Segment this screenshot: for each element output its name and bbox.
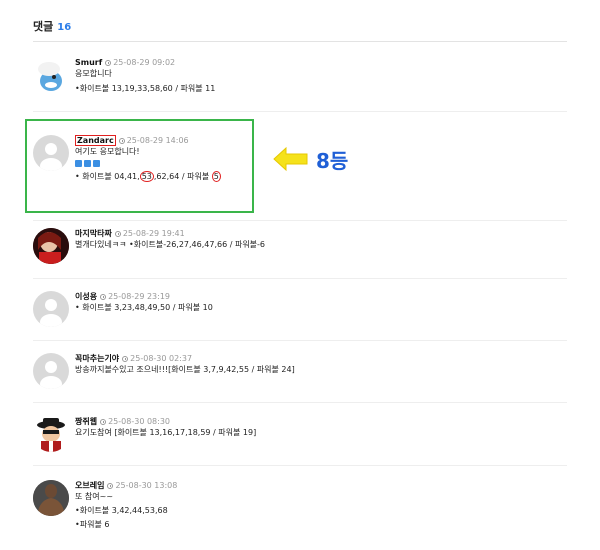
avatar[interactable] xyxy=(33,353,69,389)
left-arrow-icon xyxy=(273,146,308,172)
comment-author[interactable]: 마지막타짜 xyxy=(75,229,112,238)
comment-time: 25-08-29 23:19 xyxy=(108,292,171,301)
comment-text: 요기도참여 [화이트볼 13,16,17,18,59 / 파워볼 19] xyxy=(75,428,257,437)
comment-time: 25-08-29 19:41 xyxy=(122,229,185,238)
clock-icon xyxy=(122,356,129,362)
avatar[interactable] xyxy=(33,416,69,452)
circled-number: 5 xyxy=(211,171,221,182)
clock-icon xyxy=(105,60,112,66)
down-arrow-icon xyxy=(93,160,100,167)
comments-header: 댓글 16 xyxy=(33,18,71,34)
comment-text: 방송까지볼수있고 조으네!!![화이트볼 3,7,9,42,55 / 파워볼 2… xyxy=(75,365,295,374)
comment-divider xyxy=(33,278,567,279)
comment-divider xyxy=(33,402,567,403)
comment-text: 또 참여~~ xyxy=(75,492,114,501)
comment-author[interactable]: Zandarc xyxy=(75,135,116,146)
comment-author[interactable]: 꼭마추는기야 xyxy=(75,354,119,363)
avatar[interactable] xyxy=(33,57,69,93)
comment-time: 25-08-29 14:06 xyxy=(126,136,189,145)
comment-divider xyxy=(33,220,567,221)
comment-text: 응모합니다 xyxy=(75,69,112,78)
comment-item: 꼭마추는기야 25-08-30 02:37 방송까지볼수있고 조으네!!![화이트… xyxy=(33,353,567,393)
comment-time: 25-08-30 13:08 xyxy=(115,481,178,490)
comment-text: •파워볼 6 xyxy=(75,520,110,529)
comments-count: 16 xyxy=(57,22,72,33)
avatar[interactable] xyxy=(33,228,69,264)
comment-time: 25-08-30 02:37 xyxy=(130,354,193,363)
comment-item: 이성용 25-08-29 23:19 • 화이트볼 3,23,48,49,50 /… xyxy=(33,291,567,331)
clock-icon xyxy=(118,138,125,144)
comment-divider xyxy=(33,465,567,466)
clock-icon xyxy=(100,294,107,300)
comment-time: 25-08-30 08:30 xyxy=(108,417,171,426)
avatar[interactable] xyxy=(33,291,69,327)
down-arrow-icon xyxy=(75,160,82,167)
pick-prefix: • 화이트볼 04,41, xyxy=(75,172,140,181)
avatar[interactable] xyxy=(33,135,69,171)
rank-label: 8등 xyxy=(316,149,349,173)
comments-title: 댓글 xyxy=(33,20,54,33)
comment-author[interactable]: Smurf xyxy=(75,58,102,67)
comment-item: Smurf 25-08-29 09:02 응모합니다 •화이트볼 13,19,33… xyxy=(33,57,567,97)
comment-text: •화이트볼 13,19,33,58,60 / 파워볼 11 xyxy=(75,84,216,93)
comment-time: 25-08-29 09:02 xyxy=(113,58,176,67)
down-arrow-icon xyxy=(84,160,91,167)
clock-icon xyxy=(100,419,107,425)
clock-icon xyxy=(114,231,121,237)
comment-divider xyxy=(33,111,567,112)
comment-author[interactable]: 짱쥐웹 xyxy=(75,417,97,426)
comment-divider xyxy=(33,340,567,341)
comment-text: 별개다있네ㅋㅋ •화이트볼-26,27,46,47,66 / 파워볼-6 xyxy=(75,240,266,249)
comment-author[interactable]: 오브레임 xyxy=(75,481,104,490)
clock-icon xyxy=(107,483,114,489)
avatar[interactable] xyxy=(33,480,69,516)
comment-item: 오브레임 25-08-30 13:08 또 참여~~ •화이트볼 3,42,44,… xyxy=(33,480,567,540)
circled-number: 53 xyxy=(139,171,154,182)
comment-item: 짱쥐웹 25-08-30 08:30 요기도참여 [화이트볼 13,16,17,1… xyxy=(33,416,567,456)
comment-text: •화이트볼 3,42,44,53,68 xyxy=(75,506,168,515)
comment-text: • 화이트볼 3,23,48,49,50 / 파워볼 10 xyxy=(75,303,213,312)
comment-author[interactable]: 이성용 xyxy=(75,292,97,301)
pick-mid: ,62,64 / 파워볼 xyxy=(153,172,212,181)
comment-item: 마지막타짜 25-08-29 19:41 별개다있네ㅋㅋ •화이트볼-26,27,… xyxy=(33,228,567,268)
header-divider xyxy=(33,41,567,42)
